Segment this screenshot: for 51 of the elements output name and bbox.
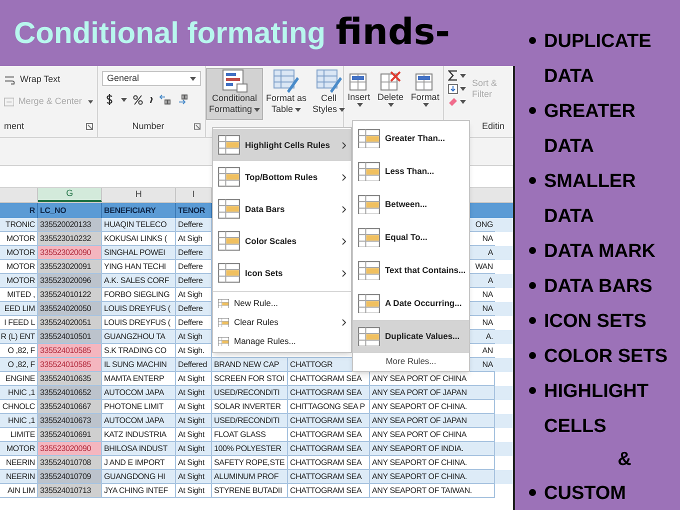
table-cell: 335524010713 [38, 484, 102, 498]
feature-text: DUPLICATE DATA [544, 30, 652, 89]
table-cell: AN [482, 344, 493, 356]
table-cell: NA [482, 316, 493, 328]
feature-text: CUSTOM [544, 482, 626, 506]
feature-text: COLOR SETS [544, 345, 668, 369]
table-cell: CHATTOGRAM SEA [288, 484, 370, 498]
table-cell: 335524010709 [38, 470, 102, 484]
table-cell: WAN [475, 260, 493, 272]
table-cell: A. [486, 330, 493, 342]
table-cell: NA [482, 302, 493, 314]
table-cell: 335524010667 [38, 400, 102, 414]
table-cell: NA [482, 358, 493, 370]
table-cell: 335524010122 [38, 288, 102, 302]
table-cell: 335523020090 [38, 246, 102, 260]
feature-text: HIGHLIGHT CELLS [544, 380, 650, 439]
table-cell: 335523010232 [38, 232, 102, 246]
table-cell: 335524010585 [38, 358, 102, 372]
group-label: ment [4, 120, 24, 132]
table-cell: A [488, 274, 493, 286]
table-cell: 335524010501 [38, 330, 102, 344]
title-accent: finds- [336, 11, 450, 55]
group-label: Number [131, 120, 166, 132]
feature-text: SMALLER DATA [544, 170, 637, 229]
feature-text: DATA BARS [544, 275, 652, 299]
table-cell: 335524010673 [38, 414, 102, 428]
ampersand: & [618, 448, 632, 472]
table-cell: 335523020091 [38, 260, 102, 274]
table-cell: 335524010708 [38, 456, 102, 470]
table-cell: 335524010585 [38, 344, 102, 358]
table-cell: 335520020133 [38, 218, 102, 232]
feature-text: ICON SETS [544, 310, 646, 334]
table-cell: 335524010652 [38, 386, 102, 400]
table-cell: NA [482, 232, 493, 244]
table-cell: NA [482, 288, 493, 300]
feature-text: DATA MARK [544, 240, 656, 264]
table-cell: 335524010691 [38, 428, 102, 442]
table-cell: 335523020096 [38, 274, 102, 288]
group-label: Editin [482, 120, 506, 132]
table-cell: ONG [475, 218, 493, 230]
table-cell: At Sight [176, 484, 212, 498]
table-cell: ANY SEAPORT OF TAIWAN. [370, 484, 495, 498]
table-cell: STYRENE BUTADII [212, 484, 288, 498]
table-cell: 335524010635 [38, 372, 102, 386]
feature-text: GREATER DATA [544, 100, 636, 159]
table-cell: 335524020051 [38, 316, 102, 330]
table-cell: JYA CHING INTEF [102, 484, 176, 498]
table-cell: 335524020050 [38, 302, 102, 316]
table-cell: 335523020090 [38, 442, 102, 456]
table-cell: A [488, 246, 493, 258]
title: Conditional formating [14, 16, 326, 52]
